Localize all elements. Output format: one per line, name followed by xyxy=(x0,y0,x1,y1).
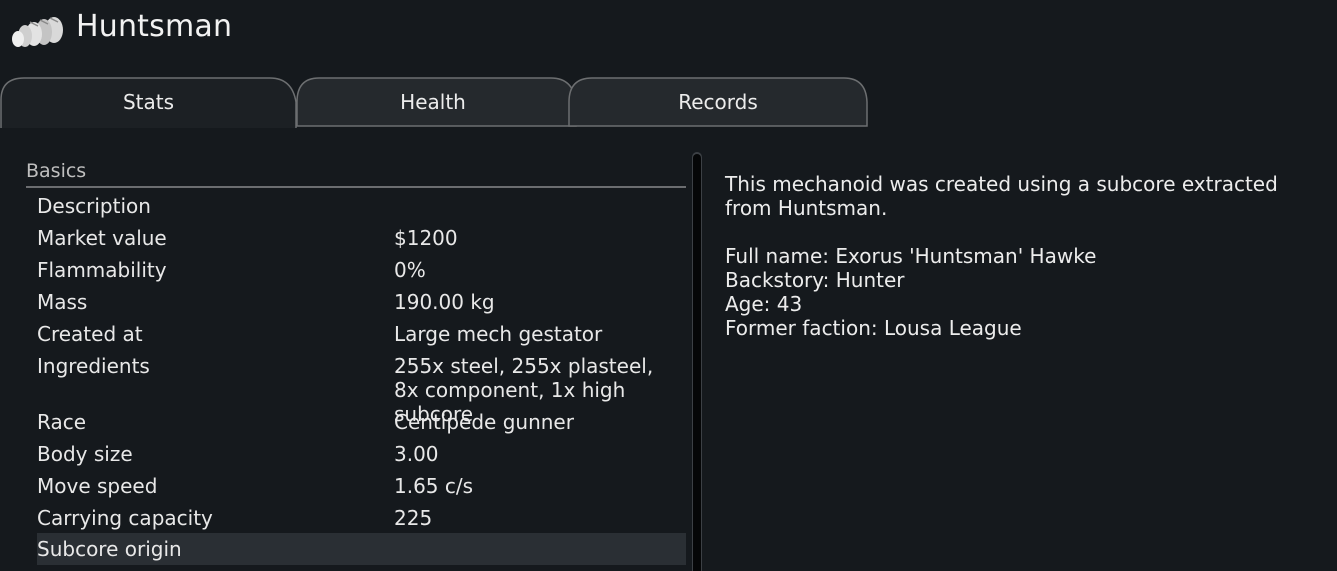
stat-value: 1.65 c/s xyxy=(394,474,474,498)
stat-label: Description xyxy=(37,194,151,218)
centipede-mech-icon xyxy=(12,17,63,47)
tab-stats-label: Stats xyxy=(122,90,175,114)
stat-value: $1200 xyxy=(394,226,458,250)
inspect-window: Huntsman Stats Health Records Basics Des… xyxy=(0,0,1337,571)
stat-row-subcore-origin[interactable]: Subcore origin xyxy=(37,533,686,565)
stat-label: Body size xyxy=(37,442,133,466)
stat-label: Ingredients xyxy=(37,354,150,378)
stat-value: Centipede gunner xyxy=(394,410,574,434)
stat-value: 0% xyxy=(394,258,426,282)
section-header-basics: Basics xyxy=(26,160,87,182)
stat-value: 190.00 kg xyxy=(394,290,495,314)
stat-row-move-speed[interactable]: Move speed 1.65 c/s xyxy=(37,470,686,502)
stat-row-mass[interactable]: Mass 190.00 kg xyxy=(37,286,686,318)
scrollbar-thumb[interactable] xyxy=(693,154,701,571)
stat-label: Market value xyxy=(37,226,167,250)
tab-health[interactable]: Health xyxy=(289,76,577,128)
stat-label: Subcore origin xyxy=(37,537,182,561)
stat-row-ingredients[interactable]: Ingredients 255x steel, 255x plasteel, 8… xyxy=(37,350,686,426)
stat-row-description[interactable]: Description xyxy=(37,190,686,222)
stat-label: Mass xyxy=(37,290,88,314)
stat-row-body-size[interactable]: Body size 3.00 xyxy=(37,438,686,470)
window-header: Huntsman xyxy=(0,0,1337,60)
tab-records-label: Records xyxy=(678,90,758,114)
description-age: Age: 43 xyxy=(725,292,803,316)
description-backstory: Backstory: Hunter xyxy=(725,268,905,292)
stat-row-flammability[interactable]: Flammability 0% xyxy=(37,254,686,286)
tab-stats[interactable]: Stats xyxy=(0,76,297,128)
stat-value: 3.00 xyxy=(394,442,439,466)
description-full-name: Full name: Exorus 'Huntsman' Hawke xyxy=(725,244,1097,268)
stat-row-race[interactable]: Race Centipede gunner xyxy=(37,406,686,438)
description-intro: This mechanoid was created using a subco… xyxy=(725,172,1278,220)
section-divider xyxy=(26,186,686,188)
stat-label: Carrying capacity xyxy=(37,506,213,530)
page-title: Huntsman xyxy=(76,9,233,44)
stat-label: Move speed xyxy=(37,474,158,498)
tab-strip: Stats Health Records xyxy=(0,76,1337,128)
stat-row-market-value[interactable]: Market value $1200 xyxy=(37,222,686,254)
stat-label: Race xyxy=(37,410,87,434)
tab-health-label: Health xyxy=(400,90,466,114)
stats-panel: Basics Description Market value $1200 Fl… xyxy=(26,150,688,571)
description-former-faction: Former faction: Lousa League xyxy=(725,316,1022,340)
stat-label: Created at xyxy=(37,322,143,346)
stats-scrollbar[interactable] xyxy=(689,152,706,571)
stat-row-created-at[interactable]: Created at Large mech gestator xyxy=(37,318,686,350)
stat-row-carrying-capacity[interactable]: Carrying capacity 225 xyxy=(37,502,686,534)
stat-label: Flammability xyxy=(37,258,167,282)
stat-value: 225 xyxy=(394,506,433,530)
tab-records[interactable]: Records xyxy=(568,76,868,128)
stat-value: Large mech gestator xyxy=(394,322,603,346)
description-panel: This mechanoid was created using a subco… xyxy=(725,172,1325,340)
